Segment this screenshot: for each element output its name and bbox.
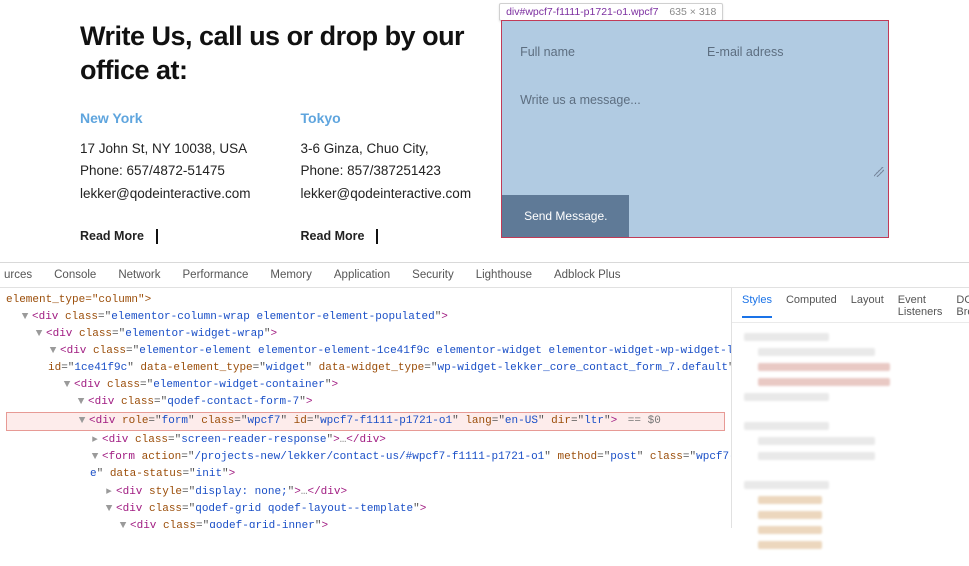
styles-tabs: Styles Computed Layout Event Listeners D… [732, 288, 969, 323]
dom-node[interactable]: e" data-status="init"> [6, 466, 725, 483]
contact-form-wrapper: div#wpcf7-f1111-p1721-o1.wpcf7 635 × 318… [501, 20, 889, 238]
email-input[interactable]: E-mail adress [707, 37, 870, 67]
styles-tab-layout[interactable]: Layout [851, 294, 884, 318]
dom-node[interactable]: ▼<div class="qodef-grid-inner"> [6, 518, 725, 528]
tab-application[interactable]: Application [334, 269, 390, 281]
office-phone: Phone: 857/387251423 [301, 160, 472, 183]
tab-security[interactable]: Security [412, 269, 454, 281]
tab-console[interactable]: Console [54, 269, 96, 281]
styles-tab-computed[interactable]: Computed [786, 294, 837, 318]
styles-tab-styles[interactable]: Styles [742, 294, 772, 318]
offices: New York 17 John St, NY 10038, USA Phone… [80, 110, 471, 245]
dollar-zero: == $0 [621, 415, 661, 427]
tab-memory[interactable]: Memory [270, 269, 312, 281]
office-city: New York [80, 110, 251, 126]
dom-node[interactable]: ▸<div class="screen-reader-response">…</… [6, 432, 725, 449]
tooltip-dimensions: 635 × 318 [669, 6, 716, 18]
styles-content-blurred [732, 323, 969, 566]
readmore-link[interactable]: Read More [301, 229, 379, 244]
office-email: lekker@qodeinteractive.com [301, 183, 472, 206]
elements-dom-tree[interactable]: element_type="column"> ▼<div class="elem… [0, 288, 731, 528]
dom-node[interactable]: ▼<div class="qodef-contact-form-7"> [6, 394, 725, 411]
devtools: urces Console Network Performance Memory… [0, 262, 969, 528]
dom-node[interactable]: ▼<div class="elementor-element elementor… [6, 343, 725, 360]
office-email: lekker@qodeinteractive.com [80, 183, 251, 206]
dom-node[interactable]: ▼<form action="/projects-new/lekker/cont… [6, 449, 725, 466]
page-heading: Write Us, call us or drop by our office … [80, 20, 471, 88]
page-left-column: Write Us, call us or drop by our office … [80, 20, 471, 238]
tab-performance[interactable]: Performance [183, 269, 249, 281]
office-tokyo: Tokyo 3-6 Ginza, Chuo City, Phone: 857/3… [301, 110, 472, 245]
message-placeholder: Write us a message... [520, 93, 641, 107]
readmore-link[interactable]: Read More [80, 229, 158, 244]
dom-node-selected[interactable]: ▼<div role="form" class="wpcf7" id="wpcf… [6, 412, 725, 431]
dom-node[interactable]: ▼<div class="elementor-widget-container"… [6, 377, 725, 394]
styles-panel: Styles Computed Layout Event Listeners D… [731, 288, 969, 528]
send-message-button[interactable]: Send Message. [502, 195, 629, 237]
dom-node[interactable]: id="1ce41f9c" data-element_type="widget"… [6, 360, 725, 377]
office-newyork: New York 17 John St, NY 10038, USA Phone… [80, 110, 251, 245]
tooltip-selector: div#wpcf7-f1111-p1721-o1.wpcf7 [506, 6, 658, 18]
styles-tab-listeners[interactable]: Event Listeners [898, 294, 943, 318]
resize-grip-icon[interactable] [874, 167, 884, 177]
dom-node[interactable]: element_type="column"> [6, 292, 725, 309]
office-phone: Phone: 657/4872-51475 [80, 160, 251, 183]
office-city: Tokyo [301, 110, 472, 126]
office-address: 17 John St, NY 10038, USA [80, 138, 251, 161]
tab-sources[interactable]: urces [4, 269, 32, 281]
tab-adblockplus[interactable]: Adblock Plus [554, 269, 620, 281]
devtools-main-tabs: urces Console Network Performance Memory… [0, 263, 969, 288]
dom-node[interactable]: ▼<div class="elementor-column-wrap eleme… [6, 309, 725, 326]
inspected-element-highlight[interactable]: Full name E-mail adress Write us a messa… [501, 20, 889, 238]
fullname-input[interactable]: Full name [520, 37, 683, 67]
message-textarea[interactable]: Write us a message... [520, 83, 870, 171]
tab-network[interactable]: Network [118, 269, 160, 281]
inspector-tooltip: div#wpcf7-f1111-p1721-o1.wpcf7 635 × 318 [499, 3, 723, 21]
styles-tab-dom[interactable]: DOM Brea [956, 294, 969, 318]
tab-lighthouse[interactable]: Lighthouse [476, 269, 532, 281]
office-address: 3-6 Ginza, Chuo City, [301, 138, 472, 161]
dom-node[interactable]: ▼<div class="qodef-grid qodef-layout--te… [6, 501, 725, 518]
page-preview: Write Us, call us or drop by our office … [0, 0, 969, 262]
dom-node[interactable]: ▸<div style="display: none;">…</div> [6, 484, 725, 501]
dom-node[interactable]: ▼<div class="elementor-widget-wrap"> [6, 326, 725, 343]
